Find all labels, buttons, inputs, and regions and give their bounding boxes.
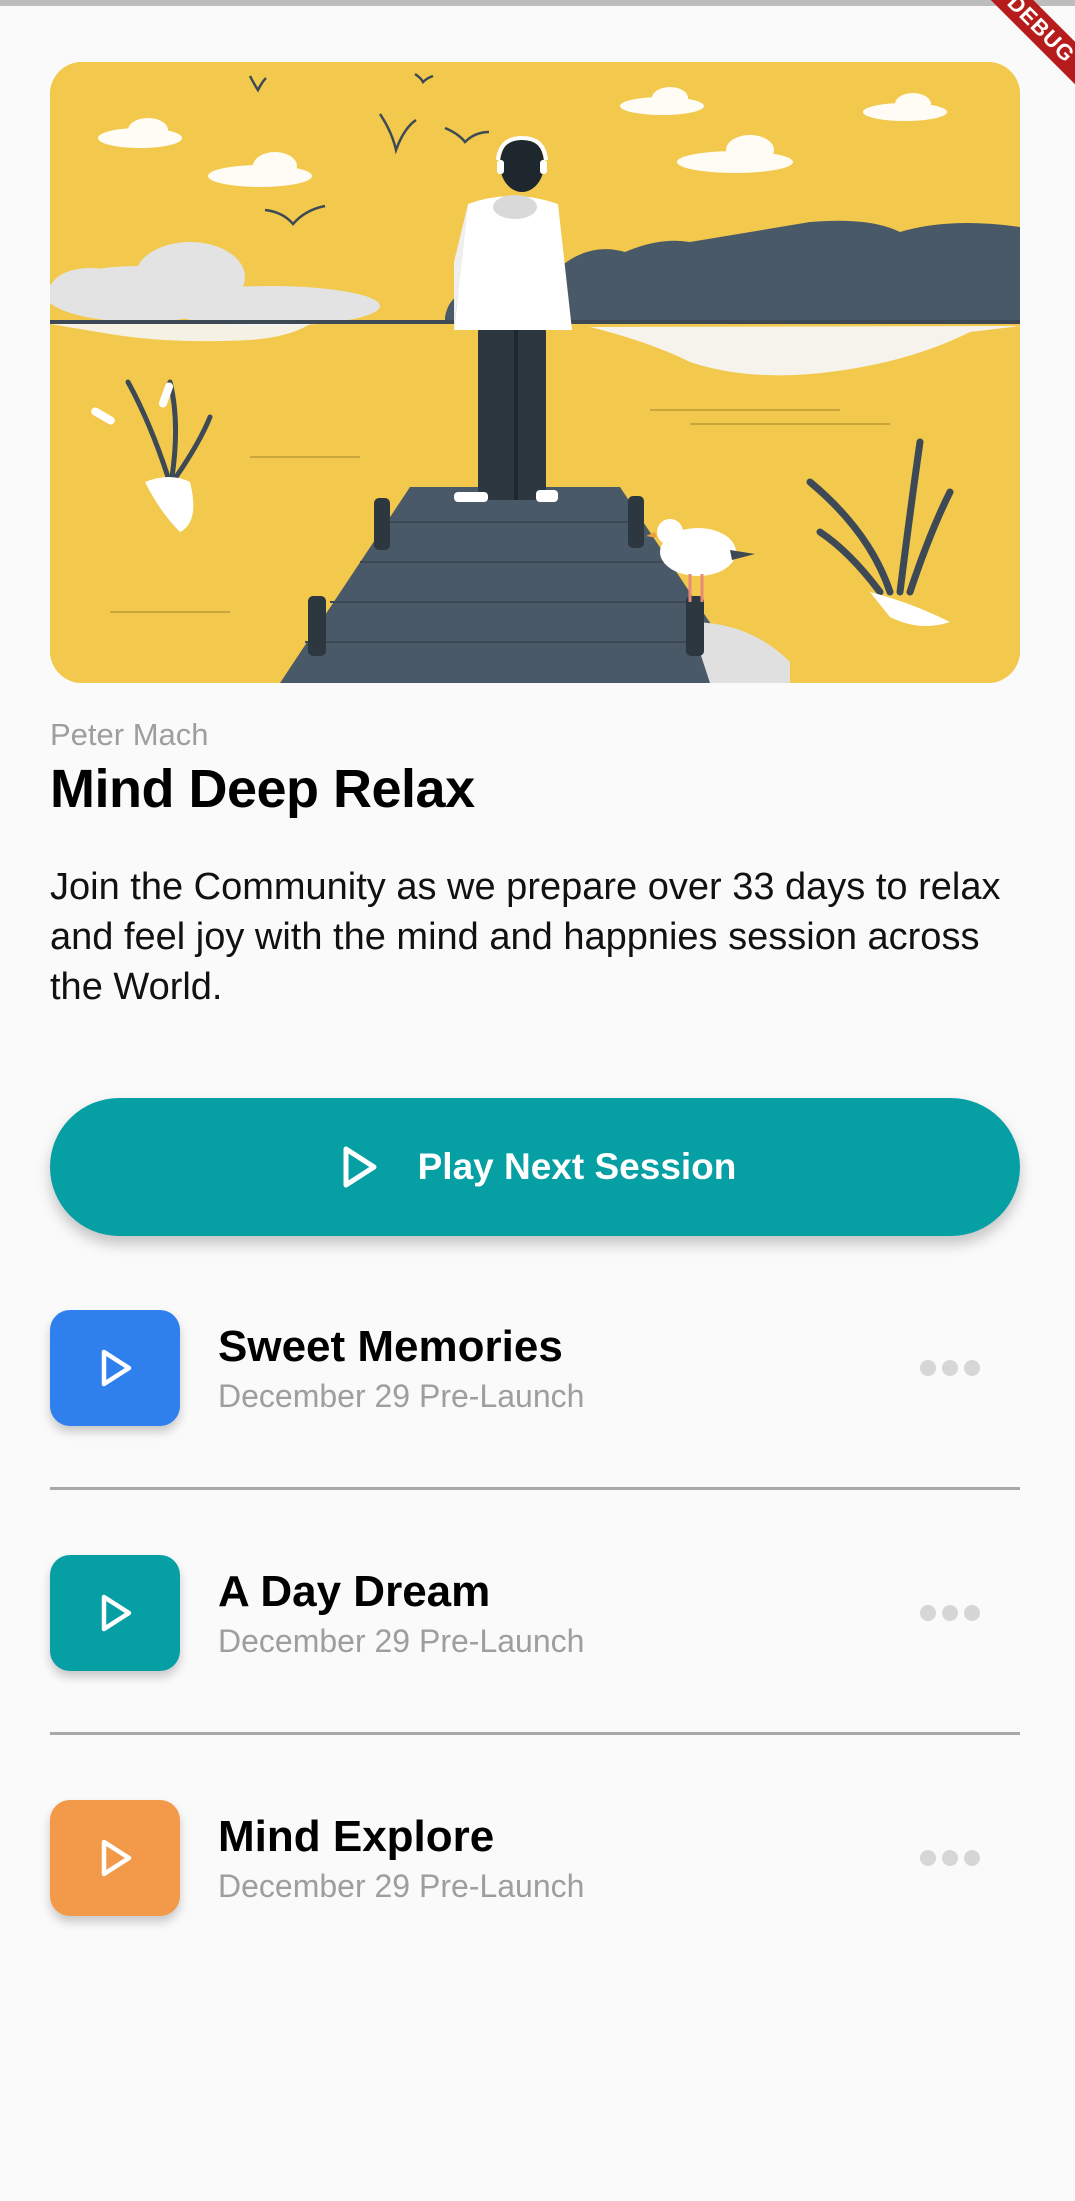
- session-play-button[interactable]: [50, 1310, 180, 1426]
- play-icon: [101, 1839, 132, 1877]
- app-screen: DEBUG Peter Mach Mind Deep Relax Join th…: [0, 0, 1075, 2201]
- more-options-icon[interactable]: [920, 1356, 980, 1380]
- play-next-session-button[interactable]: Play Next Session: [50, 1098, 1020, 1236]
- session-subtitle: December 29 Pre-Launch: [218, 1868, 585, 1904]
- session-title: Mind Explore: [218, 1812, 495, 1861]
- session-item[interactable]: A Day Dream December 29 Pre-Launch: [50, 1555, 1020, 1675]
- status-line: [0, 0, 1075, 6]
- divider: [50, 1487, 1020, 1490]
- session-title: A Day Dream: [218, 1567, 491, 1616]
- session-item[interactable]: Mind Explore December 29 Pre-Launch: [50, 1800, 1020, 1920]
- page-title: Mind Deep Relax: [50, 759, 475, 819]
- session-subtitle: December 29 Pre-Launch: [218, 1378, 585, 1414]
- session-play-button[interactable]: [50, 1800, 180, 1916]
- session-item[interactable]: Sweet Memories December 29 Pre-Launch: [50, 1310, 1020, 1430]
- play-icon: [101, 1349, 132, 1387]
- session-title: Sweet Memories: [218, 1322, 563, 1371]
- more-options-icon[interactable]: [920, 1601, 980, 1625]
- course-description: Join the Community as we prepare over 33…: [50, 866, 1001, 1008]
- play-next-session-label: Play Next Session: [417, 1146, 737, 1187]
- play-icon: [101, 1594, 132, 1632]
- play-icon: [343, 1146, 377, 1188]
- hero-illustration: [50, 62, 1020, 683]
- session-subtitle: December 29 Pre-Launch: [218, 1623, 585, 1659]
- session-play-button[interactable]: [50, 1555, 180, 1671]
- man-on-pier-illustration: [50, 62, 1020, 683]
- divider: [50, 1732, 1020, 1735]
- more-options-icon[interactable]: [920, 1846, 980, 1870]
- author-name: Peter Mach: [50, 717, 209, 752]
